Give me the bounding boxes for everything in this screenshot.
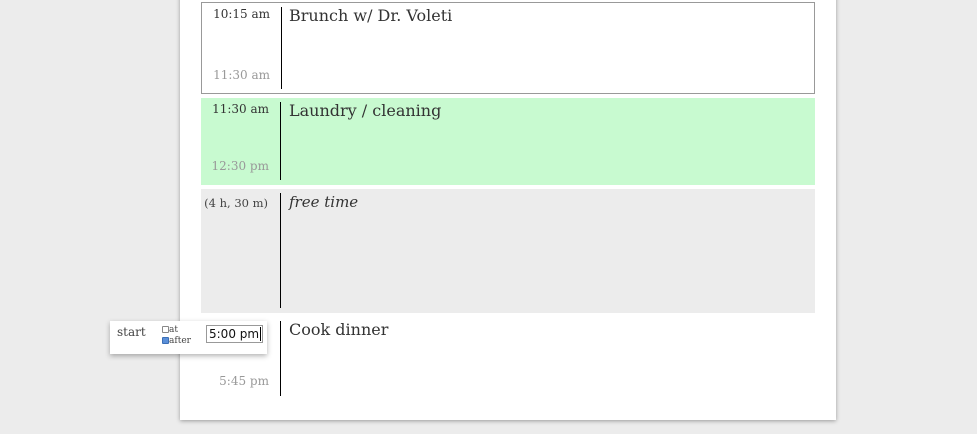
event-laundry[interactable]: 11:30 am 12:30 pm Laundry / cleaning — [201, 98, 815, 185]
start-time-value: 5:00 pm — [209, 327, 260, 341]
event-title[interactable]: Cook dinner — [289, 320, 388, 339]
divider — [280, 102, 281, 180]
event-title[interactable]: Laundry / cleaning — [289, 101, 441, 120]
option-after[interactable]: after — [162, 336, 191, 347]
option-at[interactable]: at — [162, 325, 191, 336]
event-title[interactable]: Brunch w/ Dr. Voleti — [289, 6, 452, 25]
start-label: start — [117, 325, 146, 339]
start-time-popup: start at after 5:00 pm — [110, 321, 267, 354]
free-time-block[interactable]: (4 h, 30 m) free time — [201, 189, 815, 313]
divider — [280, 321, 281, 396]
text-cursor — [260, 327, 262, 341]
divider — [281, 7, 282, 89]
divider — [280, 193, 281, 308]
event-start-time: 10:15 am — [213, 7, 270, 21]
event-brunch[interactable]: 10:15 am 11:30 am Brunch w/ Dr. Voleti — [201, 2, 815, 94]
at-checkbox[interactable] — [162, 326, 169, 333]
start-time-input[interactable]: 5:00 pm — [206, 325, 263, 343]
free-time-label: free time — [289, 193, 359, 211]
event-start-time: 11:30 am — [212, 102, 269, 116]
free-time-duration: (4 h, 30 m) — [204, 196, 268, 210]
after-label: after — [169, 336, 191, 346]
event-end-time: 11:30 am — [213, 68, 270, 82]
event-end-time: 5:45 pm — [219, 374, 269, 388]
event-cook-dinner[interactable]: 5:45 pm Cook dinner — [201, 318, 815, 396]
after-checkbox[interactable] — [162, 337, 169, 344]
at-label: at — [169, 325, 178, 335]
event-end-time: 12:30 pm — [211, 159, 269, 173]
